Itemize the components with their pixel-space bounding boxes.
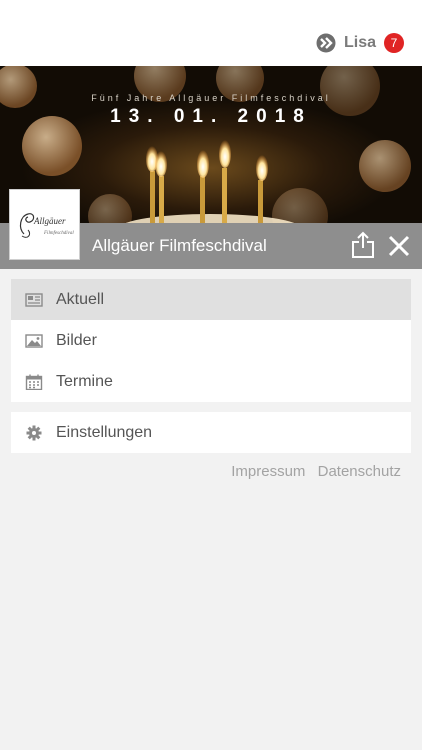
top-bar: Lisa 7 <box>0 0 422 66</box>
datenschutz-link[interactable]: Datenschutz <box>318 463 401 480</box>
menu-item-label: Aktuell <box>56 290 105 308</box>
main-menu: Aktuell Bilder Termine <box>11 279 411 402</box>
hero-subtitle: Fünf Jahre Allgäuer Filmfeschdival <box>91 93 331 103</box>
settings-menu: Einstellungen <box>11 412 411 453</box>
app-logo-thumbnail: Allgäuer Filmfeschdival <box>10 190 79 259</box>
footer-links: Impressum Datenschutz <box>223 463 401 480</box>
hero-date: 13. 01. 2018 <box>110 106 312 127</box>
menu-item-label: Termine <box>56 372 113 390</box>
svg-text:Allgäuer: Allgäuer <box>33 216 66 226</box>
close-icon[interactable] <box>386 233 412 259</box>
image-icon <box>25 333 43 348</box>
username: Lisa <box>343 34 376 51</box>
notification-badge[interactable]: 7 <box>384 33 404 53</box>
svg-text:Filmfeschdival: Filmfeschdival <box>43 231 74 236</box>
app-title: Allgäuer Filmfeschdival <box>92 236 267 255</box>
menu-item-termine[interactable]: Termine <box>11 361 411 402</box>
menu-item-einstellungen[interactable]: Einstellungen <box>11 412 411 453</box>
newspaper-icon <box>25 292 43 307</box>
menu-item-label: Einstellungen <box>56 423 153 441</box>
app-logo-icon <box>316 33 336 53</box>
menu-item-aktuell[interactable]: Aktuell <box>11 279 411 320</box>
share-icon[interactable] <box>350 231 376 259</box>
festival-logo-icon: Allgäuer Filmfeschdival <box>19 213 74 238</box>
calendar-icon <box>25 374 43 390</box>
menu-item-label: Bilder <box>56 331 97 349</box>
gear-icon <box>26 425 42 440</box>
impressum-link[interactable]: Impressum <box>231 463 305 480</box>
menu-item-bilder[interactable]: Bilder <box>11 320 411 361</box>
user-menu[interactable]: Lisa 7 <box>316 33 404 53</box>
